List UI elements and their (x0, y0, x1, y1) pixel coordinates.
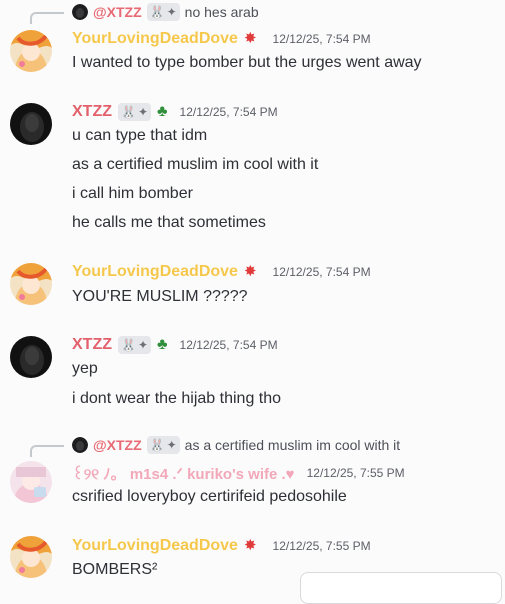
timestamp: 12/12/25, 7:54 PM (272, 265, 371, 279)
timestamp: 12/12/25, 7:54 PM (179, 105, 278, 119)
clover-icon: ♣ (157, 103, 168, 120)
reply-text[interactable]: no hes arab (185, 4, 259, 20)
avatar[interactable] (10, 103, 52, 145)
message-text: as a certified muslim im cool with it (72, 156, 319, 173)
reply-text[interactable]: as a certified muslim im cool with it (185, 437, 401, 453)
message-header: XTZZ 🐰 ✦ ♣ 12/12/25, 7:54 PM (72, 101, 278, 123)
author-name[interactable]: YourLovingDeadDove (72, 263, 238, 281)
message-input-edge[interactable] (300, 572, 502, 604)
sparkle-icon: ✦ (137, 338, 149, 352)
message-text: I wanted to type bomber but the urges we… (72, 54, 422, 71)
message-header: YourLovingDeadDove ✸ 12/12/25, 7:54 PM (72, 28, 371, 50)
author-name[interactable]: XTZZ (72, 336, 112, 354)
user-tag-badges: 🐰 ✦ (118, 103, 152, 121)
bunny-icon: 🐰 (121, 105, 136, 119)
message-header: XTZZ 🐰 ✦ ♣ 12/12/25, 7:54 PM (72, 334, 278, 356)
reply-avatar[interactable] (72, 4, 88, 20)
bunny-icon: 🐰 (149, 5, 165, 19)
message-header: YourLovingDeadDove ✸ 12/12/25, 7:54 PM (72, 261, 371, 283)
message-text: csrified loveryboy certirifeid pedosohil… (72, 488, 347, 505)
timestamp: 12/12/25, 7:54 PM (179, 338, 278, 352)
message-text: he calls me that sometimes (72, 214, 266, 231)
sparkle-icon: ✦ (166, 5, 177, 19)
reply-avatar[interactable] (72, 437, 88, 453)
reply-username[interactable]: @XTZZ (93, 437, 142, 453)
author-name[interactable]: XTZZ (72, 103, 112, 121)
author-name[interactable]: YourLovingDeadDove (72, 537, 238, 555)
reply-connector (30, 445, 64, 457)
author-name[interactable]: ꒰୨୧ ﾉ。 m1s4 .ᐟ kuriko's wife .♥ (72, 463, 295, 484)
message-header: ꒰୨୧ ﾉ。 m1s4 .ᐟ kuriko's wife .♥ 12/12/25… (72, 462, 405, 484)
reply-preview[interactable]: @XTZZ 🐰 ✦ as a certified muslim im cool w… (30, 434, 401, 457)
user-tag-badges: 🐰 ✦ (146, 3, 180, 21)
bunny-icon: 🐰 (121, 338, 136, 352)
timestamp: 12/12/25, 7:55 PM (272, 539, 371, 553)
user-tag-badges: 🐰 ✦ (146, 436, 180, 454)
message-text: i call him bomber (72, 185, 193, 202)
burst-icon: ✸ (243, 263, 257, 280)
avatar[interactable] (10, 263, 52, 305)
burst-icon: ✸ (243, 537, 257, 554)
avatar[interactable] (10, 536, 52, 578)
message-header: YourLovingDeadDove ✸ 12/12/25, 7:55 PM (72, 535, 371, 557)
reply-connector (30, 12, 64, 24)
message-text: BOMBERS² (72, 561, 158, 578)
timestamp: 12/12/25, 7:55 PM (306, 466, 405, 480)
avatar[interactable] (10, 461, 52, 503)
author-name[interactable]: YourLovingDeadDove (72, 30, 238, 48)
message-text: i dont wear the hijab thing tho (72, 390, 282, 407)
bunny-icon: 🐰 (149, 438, 165, 452)
clover-icon: ♣ (157, 336, 168, 353)
reply-username[interactable]: @XTZZ (93, 4, 142, 20)
avatar[interactable] (10, 336, 52, 378)
burst-icon: ✸ (243, 30, 257, 47)
message-text: yep (72, 360, 98, 377)
message-text: YOU'RE MUSLIM ????? (72, 288, 248, 305)
timestamp: 12/12/25, 7:54 PM (272, 32, 371, 46)
avatar[interactable] (10, 30, 52, 72)
message-text: u can type that idm (72, 127, 208, 144)
sparkle-icon: ✦ (166, 438, 177, 452)
reply-preview[interactable]: @XTZZ 🐰 ✦ no hes arab (30, 1, 259, 24)
sparkle-icon: ✦ (137, 105, 149, 119)
user-tag-badges: 🐰 ✦ (118, 336, 152, 354)
